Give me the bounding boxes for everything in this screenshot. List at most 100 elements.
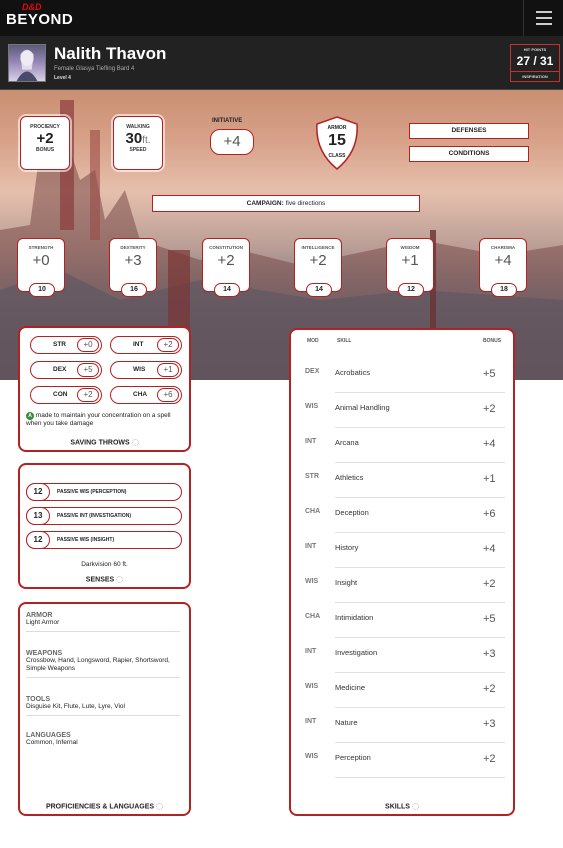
sense-value: 13 xyxy=(26,507,50,525)
passive-perception[interactable]: 12 PASSIVE WIS (PERCEPTION) xyxy=(26,483,182,501)
ability-wisdom[interactable]: WISDOM +1 12 xyxy=(386,238,434,297)
skill-row[interactable]: INT History +4 xyxy=(305,533,505,568)
skill-row[interactable]: STR Athletics +1 xyxy=(305,463,505,498)
hit-points-label: HIT POINTS xyxy=(523,47,547,52)
skill-row[interactable]: WIS Perception +2 xyxy=(305,743,505,778)
armor-value: 15 xyxy=(328,132,346,149)
skill-name: Perception xyxy=(335,753,371,762)
sense-label: PASSIVE WIS (PERCEPTION) xyxy=(57,489,127,495)
proficiency-body: Crossbow, Hand, Longsword, Rapier, Short… xyxy=(26,657,170,672)
inspiration-label[interactable]: INSPIRATION xyxy=(511,71,559,79)
skill-row[interactable]: CHA Deception +6 xyxy=(305,498,505,533)
top-nav-bar: D&D BEYOND xyxy=(0,0,563,36)
skill-mod: WIS xyxy=(305,683,319,690)
hit-points-value: 27 / 31 xyxy=(516,54,554,68)
skill-name: Animal Handling xyxy=(335,403,390,412)
walking-value: 30ft. xyxy=(114,130,162,147)
proficiency-body: Light Armor xyxy=(26,619,60,626)
campaign-name: five directions xyxy=(285,200,326,207)
conditions-button[interactable]: CONDITIONS xyxy=(409,146,529,162)
save-cha[interactable]: CHA +6 xyxy=(110,386,182,404)
skills-title[interactable]: SKILLS xyxy=(291,802,513,810)
ability-charisma[interactable]: CHARISMA +4 18 xyxy=(479,238,527,297)
initiative-label: INITIATIVE xyxy=(212,118,243,124)
proficiency-heading: ARMOR xyxy=(26,612,53,619)
ability-label: CHARISMA xyxy=(490,245,516,250)
skills-header-mod: MOD xyxy=(307,338,319,344)
gear-icon[interactable] xyxy=(156,802,164,810)
ability-intelligence[interactable]: INTELLIGENCE +2 14 xyxy=(294,238,342,297)
saving-throws-title[interactable]: SAVING THROWS xyxy=(20,438,189,446)
defenses-button[interactable]: DEFENSES xyxy=(409,123,529,139)
ability-score: 18 xyxy=(491,283,517,297)
save-str[interactable]: STR +0 xyxy=(30,336,102,354)
skill-name: Acrobatics xyxy=(335,368,371,377)
save-value: +2 xyxy=(77,388,99,402)
skill-bonus: +3 xyxy=(483,648,496,660)
save-label: INT xyxy=(133,341,144,348)
skill-row[interactable]: CHA Intimidation +5 xyxy=(305,603,505,638)
gear-icon[interactable] xyxy=(116,575,124,583)
skill-row[interactable]: INT Nature +3 xyxy=(305,708,505,743)
skill-bonus: +2 xyxy=(483,578,496,590)
proficiencies-title[interactable]: PROFICIENCIES & LANGUAGES xyxy=(20,802,189,810)
skill-row[interactable]: WIS Animal Handling +2 xyxy=(305,393,505,428)
ability-score: 14 xyxy=(214,283,240,297)
gear-icon[interactable] xyxy=(131,438,139,446)
walking-number: 30 xyxy=(125,130,143,147)
menu-icon[interactable] xyxy=(523,0,563,36)
save-int[interactable]: INT +2 xyxy=(110,336,182,354)
skills-header-bonus: BONUS xyxy=(483,338,502,344)
ability-label: DEXTERITY xyxy=(120,245,146,250)
walking-sub: SPEED xyxy=(129,147,147,153)
skill-row[interactable]: WIS Medicine +2 xyxy=(305,673,505,708)
senses-title[interactable]: SENSES xyxy=(20,575,189,583)
save-dex[interactable]: DEX +5 xyxy=(30,361,102,379)
proficiency-armor: ARMOR Light Armor xyxy=(26,612,180,632)
ability-dexterity[interactable]: DEXTERITY +3 16 xyxy=(109,238,157,297)
saving-throws-title-text: SAVING THROWS xyxy=(70,439,130,446)
advantage-icon: A xyxy=(26,412,34,420)
hit-points-box[interactable]: HIT POINTS 27 / 31 INSPIRATION xyxy=(510,44,560,82)
armor-class-shield[interactable]: ARMOR 15 CLASS xyxy=(313,115,361,171)
save-value: +0 xyxy=(77,338,99,352)
skill-bonus: +2 xyxy=(483,683,496,695)
skills-panel: MOD SKILL BONUS DEX Acrobatics +5 WIS Anima… xyxy=(289,328,515,816)
skill-row[interactable]: INT Arcana +4 xyxy=(305,428,505,463)
ability-score: 16 xyxy=(121,283,147,297)
ability-label: CONSTITUTION xyxy=(209,245,243,250)
save-label: STR xyxy=(53,341,66,348)
save-wis[interactable]: WIS +1 xyxy=(110,361,182,379)
dnd-beyond-logo[interactable]: D&D BEYOND xyxy=(6,3,73,28)
walking-speed-box: WALKING 30ft. SPEED xyxy=(113,116,163,170)
skill-row[interactable]: DEX Acrobatics +5 xyxy=(305,358,505,393)
ability-constitution[interactable]: CONSTITUTION +2 14 xyxy=(202,238,250,297)
character-level: Level 4 xyxy=(54,75,71,81)
skill-row[interactable]: WIS Insight +2 xyxy=(305,568,505,603)
ability-label: STRENGTH xyxy=(28,245,54,250)
proficiency-languages: LANGUAGES Common, Infernal xyxy=(26,732,180,751)
ability-modifier: +1 xyxy=(401,252,419,269)
skill-name: Investigation xyxy=(335,648,378,657)
skill-row[interactable]: INT Investigation +3 xyxy=(305,638,505,673)
gear-icon[interactable] xyxy=(411,802,419,810)
proficiency-weapons: WEAPONS Crossbow, Hand, Longsword, Rapier… xyxy=(26,650,180,678)
passive-investigation[interactable]: 13 PASSIVE INT (INVESTIGATION) xyxy=(26,507,182,525)
ability-strength[interactable]: STRENGTH +0 10 xyxy=(17,238,65,297)
skill-bonus: +4 xyxy=(483,543,496,555)
save-value: +1 xyxy=(157,363,179,377)
initiative-value[interactable]: +4 xyxy=(210,129,254,155)
sense-value: 12 xyxy=(26,531,50,549)
ability-modifier: +3 xyxy=(124,252,142,269)
save-label: DEX xyxy=(53,366,67,373)
avatar[interactable] xyxy=(8,44,46,82)
save-con[interactable]: CON +2 xyxy=(30,386,102,404)
passive-insight[interactable]: 12 PASSIVE WIS (INSIGHT) xyxy=(26,531,182,549)
senses-panel: 12 PASSIVE WIS (PERCEPTION) 13 PASSIVE INT… xyxy=(18,463,191,589)
campaign-bar[interactable]: CAMPAIGN: five directions xyxy=(152,195,420,212)
skill-mod: DEX xyxy=(305,368,320,375)
skill-name: Nature xyxy=(335,718,358,727)
save-value: +5 xyxy=(77,363,99,377)
proficiency-body: Disguise Kit, Flute, Lute, Lyre, Viol xyxy=(26,703,125,710)
proficiency-heading: TOOLS xyxy=(26,696,50,703)
